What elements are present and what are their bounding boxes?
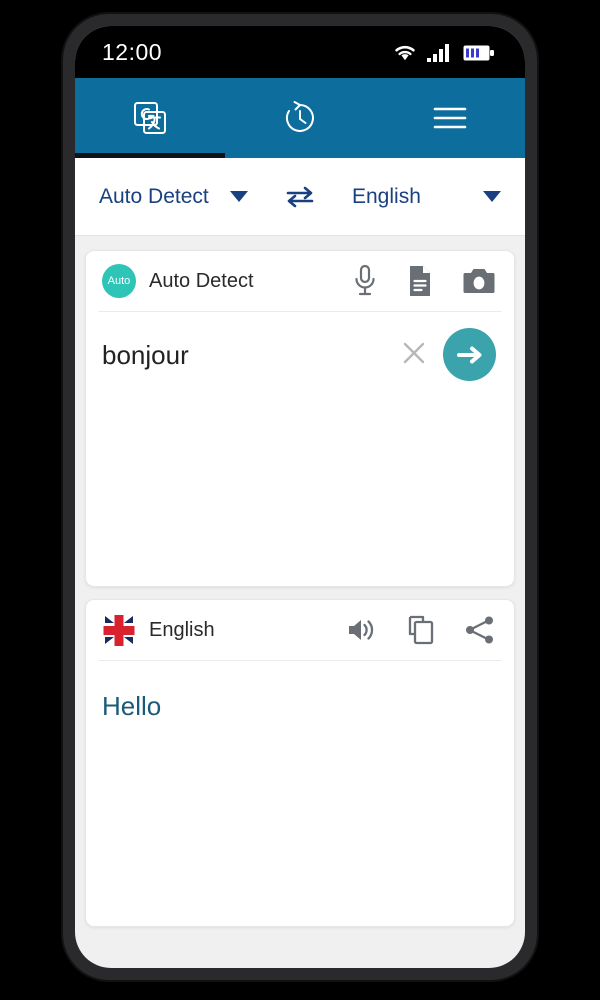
source-language-label: Auto Detect [99, 184, 209, 208]
translation-output-text: Hello [102, 691, 162, 721]
active-tab-indicator [75, 153, 225, 158]
source-card-body: bonjour [86, 312, 514, 381]
signal-icon [427, 42, 454, 62]
copy-icon[interactable] [406, 614, 436, 646]
target-card-body: Hello [86, 661, 514, 722]
status-bar-icons [392, 42, 495, 62]
document-icon[interactable] [406, 264, 434, 298]
source-card-language-label: Auto Detect [149, 269, 254, 292]
sidebar-item-translate[interactable] [75, 78, 225, 158]
source-card-actions [352, 264, 496, 298]
translate-icon [130, 98, 170, 138]
sidebar-item-history[interactable] [225, 78, 375, 158]
camera-icon[interactable] [462, 266, 496, 296]
phone-frame: 12:00 Auto Detect English Auto Auto Dete… [63, 14, 537, 980]
sidebar-item-menu[interactable] [375, 78, 525, 158]
source-text-card: Auto Auto Detect bonjour [85, 250, 515, 587]
translation-result-card: English Hello [85, 599, 515, 927]
app-bar [75, 78, 525, 158]
translate-submit-button[interactable] [443, 328, 496, 381]
hamburger-menu-icon [430, 103, 470, 133]
microphone-icon[interactable] [352, 264, 378, 298]
language-selector-bar: Auto Detect English [75, 158, 525, 236]
target-card-language-label: English [149, 618, 215, 641]
clear-input-button[interactable] [399, 338, 429, 368]
target-language-label: English [352, 184, 421, 208]
target-card-header: English [86, 600, 514, 660]
chevron-down-icon [230, 191, 248, 202]
swap-languages-button[interactable] [272, 184, 328, 210]
status-bar: 12:00 [75, 26, 525, 78]
auto-detect-badge-label: Auto [107, 275, 131, 287]
history-clock-icon [280, 98, 320, 138]
target-language-selector[interactable]: English [328, 185, 525, 209]
source-language-selector[interactable]: Auto Detect [75, 185, 272, 209]
wifi-icon [392, 42, 418, 62]
share-icon[interactable] [464, 615, 496, 645]
chevron-down-icon [483, 191, 501, 202]
swap-arrows-icon [284, 184, 316, 210]
status-bar-time: 12:00 [102, 38, 163, 65]
battery-icon [463, 44, 495, 62]
speaker-icon[interactable] [346, 615, 378, 645]
arrow-right-icon [454, 340, 486, 370]
uk-flag-icon [102, 613, 136, 647]
source-text-input[interactable]: bonjour [102, 336, 399, 371]
target-card-actions [346, 614, 496, 646]
phone-screen: 12:00 Auto Detect English Auto Auto Dete… [75, 26, 525, 968]
source-card-header: Auto Auto Detect [86, 251, 514, 311]
auto-detect-badge: Auto [102, 264, 136, 298]
